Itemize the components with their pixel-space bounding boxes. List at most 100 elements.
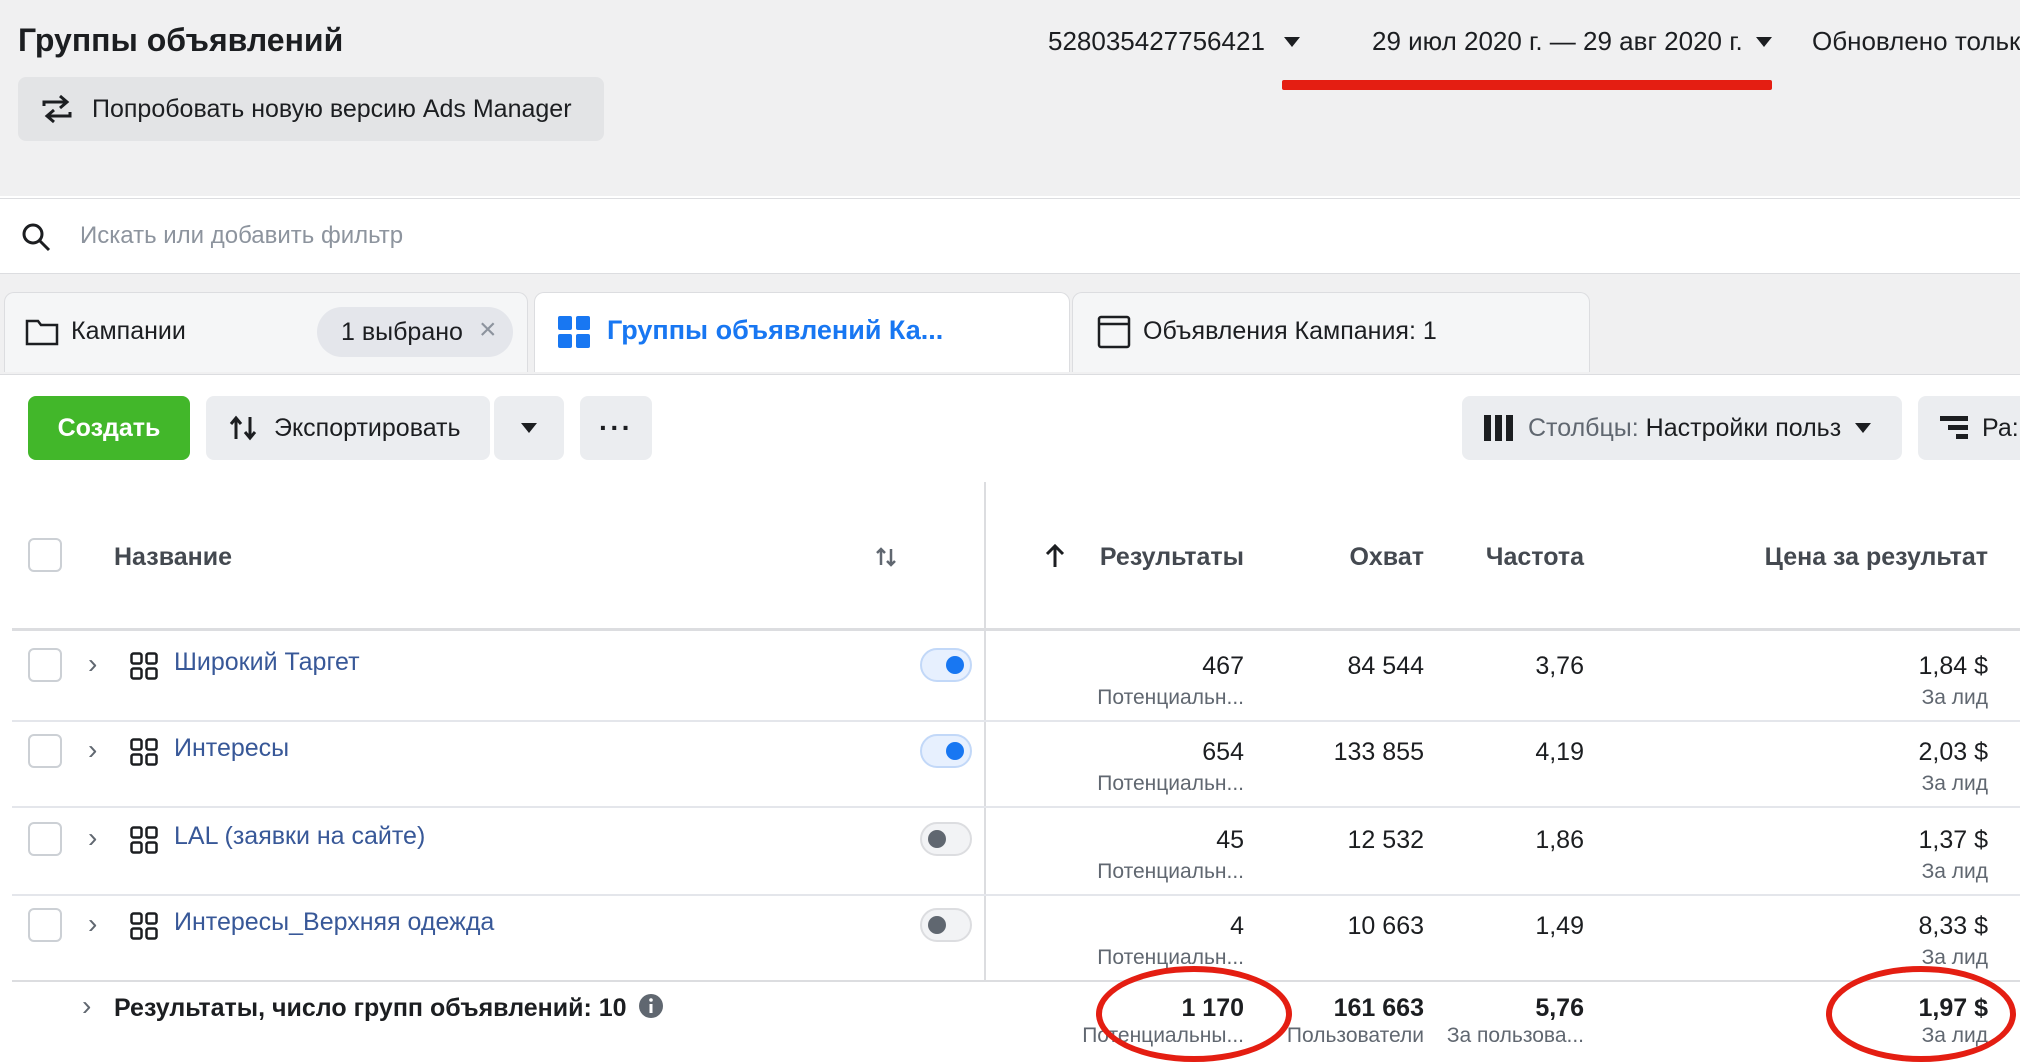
reach-value: 133 855 bbox=[1333, 738, 1424, 766]
column-divider[interactable] bbox=[984, 482, 986, 1062]
toggle-knob bbox=[946, 656, 964, 674]
summary-reach-value: 161 663 bbox=[1333, 994, 1424, 1022]
selected-count-badge: 1 выбрано × bbox=[317, 307, 513, 357]
account-dropdown-icon[interactable] bbox=[1284, 37, 1300, 47]
sort-icon[interactable] bbox=[874, 545, 898, 569]
frequency-value: 4,19 bbox=[1535, 738, 1584, 766]
export-button[interactable]: Экспортировать bbox=[206, 396, 490, 460]
summary-frequency-value: 5,76 bbox=[1535, 994, 1584, 1022]
results-type-label: Потенциальн... bbox=[1097, 860, 1244, 883]
breakdown-icon bbox=[1940, 416, 1968, 439]
try-new-version-button[interactable]: Попробовать новую версию Ads Manager bbox=[18, 77, 604, 141]
tab-ad-sets-label: Группы объявлений Ка... bbox=[607, 315, 944, 345]
reach-value: 10 663 bbox=[1347, 912, 1424, 940]
tab-ads-label: Объявления Кампания: 1 bbox=[1143, 317, 1437, 345]
results-value: 467 bbox=[1202, 652, 1244, 680]
summary-reach-type: Пользователи bbox=[1286, 1024, 1424, 1047]
row-checkbox[interactable] bbox=[28, 734, 62, 768]
search-bar bbox=[0, 198, 2020, 274]
toggle-knob bbox=[928, 830, 946, 848]
tab-campaigns-label: Кампании bbox=[71, 317, 186, 345]
frequency-value: 1,49 bbox=[1535, 912, 1584, 940]
more-options-button[interactable]: ··· bbox=[580, 396, 652, 460]
export-arrows-icon bbox=[229, 415, 257, 441]
export-button-label: Экспортировать bbox=[274, 413, 461, 442]
tab-ad-sets[interactable]: Группы объявлений Ка... bbox=[534, 292, 1070, 372]
header-divider bbox=[12, 628, 2020, 631]
toggle-knob bbox=[946, 742, 964, 760]
ad-set-name-link[interactable]: Широкий Таргет bbox=[174, 648, 360, 677]
row-divider bbox=[12, 894, 2020, 896]
ad-set-name-link[interactable]: LAL (заявки на сайте) bbox=[174, 822, 425, 851]
ad-set-name-link[interactable]: Интересы_Верхняя одежда bbox=[174, 908, 494, 937]
expand-chevron-icon[interactable]: › bbox=[88, 908, 97, 940]
column-header-name[interactable]: Название bbox=[114, 543, 232, 572]
results-value: 654 bbox=[1202, 738, 1244, 766]
ad-set-name-link[interactable]: Интересы bbox=[174, 734, 289, 763]
ad-set-status-toggle[interactable] bbox=[920, 908, 972, 942]
results-value: 4 bbox=[1230, 912, 1244, 940]
tab-ads[interactable]: Объявления Кампания: 1 bbox=[1072, 292, 1590, 372]
summary-label: Результаты, число групп объявлений: 10 bbox=[114, 994, 627, 1022]
expand-chevron-icon[interactable]: › bbox=[88, 648, 97, 680]
chevron-down-icon bbox=[521, 423, 537, 433]
cost-per-result-value: 2,03 $ bbox=[1918, 738, 1988, 766]
toggle-knob bbox=[928, 916, 946, 934]
cost-per-result-value: 1,84 $ bbox=[1918, 652, 1988, 680]
close-icon[interactable]: × bbox=[479, 313, 497, 347]
summary-results-value: 1 170 bbox=[1181, 994, 1244, 1022]
ad-set-icon bbox=[130, 912, 158, 940]
results-type-label: Потенциальн... bbox=[1097, 946, 1244, 969]
ad-set-icon bbox=[130, 738, 158, 766]
ad-set-status-toggle[interactable] bbox=[920, 822, 972, 856]
cost-per-result-type: За лид bbox=[1921, 772, 1988, 795]
row-checkbox[interactable] bbox=[28, 822, 62, 856]
updated-status: Обновлено тольк bbox=[1812, 26, 2020, 56]
try-new-version-label: Попробовать новую версию Ads Manager bbox=[92, 94, 572, 123]
chevron-down-icon bbox=[1855, 423, 1872, 433]
summary-frequency-type: За пользова... bbox=[1446, 1024, 1584, 1047]
ad-set-status-toggle[interactable] bbox=[920, 648, 972, 682]
columns-button[interactable]: Столбцы: Настройки польз bbox=[1462, 396, 1902, 460]
cost-per-result-value: 1,37 $ bbox=[1918, 826, 1988, 854]
column-header-frequency[interactable]: Частота bbox=[1486, 543, 1584, 572]
date-range-dropdown-icon[interactable] bbox=[1756, 37, 1772, 47]
summary-cost-per-result-value: 1,97 $ bbox=[1918, 994, 1988, 1022]
breakdown-button-label: Ра: bbox=[1982, 413, 2019, 442]
ad-sets-table bbox=[12, 482, 2020, 1062]
refresh-arrows-icon bbox=[42, 94, 72, 124]
ad-set-icon bbox=[130, 826, 158, 854]
expand-chevron-icon[interactable]: › bbox=[82, 990, 91, 1022]
expand-chevron-icon[interactable]: › bbox=[88, 822, 97, 854]
tab-campaigns[interactable]: Кампании 1 выбрано × bbox=[4, 292, 528, 372]
cost-per-result-type: За лид bbox=[1921, 686, 1988, 709]
select-all-checkbox[interactable] bbox=[28, 538, 62, 572]
column-header-results[interactable]: Результаты bbox=[1100, 543, 1244, 572]
results-type-label: Потенциальн... bbox=[1097, 772, 1244, 795]
results-type-label: Потенциальн... bbox=[1097, 686, 1244, 709]
column-header-reach[interactable]: Охват bbox=[1349, 543, 1424, 572]
row-checkbox[interactable] bbox=[28, 908, 62, 942]
breakdown-button[interactable]: Ра: bbox=[1918, 396, 2020, 460]
create-button-label: Создать bbox=[57, 413, 161, 442]
row-checkbox[interactable] bbox=[28, 648, 62, 682]
export-options-button[interactable] bbox=[494, 396, 564, 460]
column-header-cost-per-result[interactable]: Цена за результат bbox=[1765, 543, 1988, 572]
cost-per-result-value: 8,33 $ bbox=[1918, 912, 1988, 940]
frequency-value: 1,86 bbox=[1535, 826, 1584, 854]
summary-results-type: Потенциальны... bbox=[1082, 1024, 1244, 1047]
info-icon[interactable] bbox=[638, 993, 664, 1019]
search-input[interactable] bbox=[78, 213, 1882, 259]
columns-value: Настройки польз bbox=[1645, 413, 1842, 442]
columns-prefix: Столбцы: bbox=[1528, 413, 1639, 442]
expand-chevron-icon[interactable]: › bbox=[88, 734, 97, 766]
create-button[interactable]: Создать bbox=[28, 396, 190, 460]
date-range-selector[interactable]: 29 июл 2020 г. — 29 авг 2020 г. bbox=[1372, 26, 1743, 57]
ad-set-status-toggle[interactable] bbox=[920, 734, 972, 768]
summary-cost-per-result-type: За лид bbox=[1921, 1024, 1988, 1047]
results-value: 45 bbox=[1216, 826, 1244, 854]
account-selector[interactable]: 528035427756421 bbox=[1048, 26, 1265, 57]
columns-button-label: Столбцы: Настройки польз bbox=[1528, 414, 1841, 443]
sort-ascending-icon[interactable] bbox=[1044, 543, 1066, 569]
frequency-value: 3,76 bbox=[1535, 652, 1584, 680]
